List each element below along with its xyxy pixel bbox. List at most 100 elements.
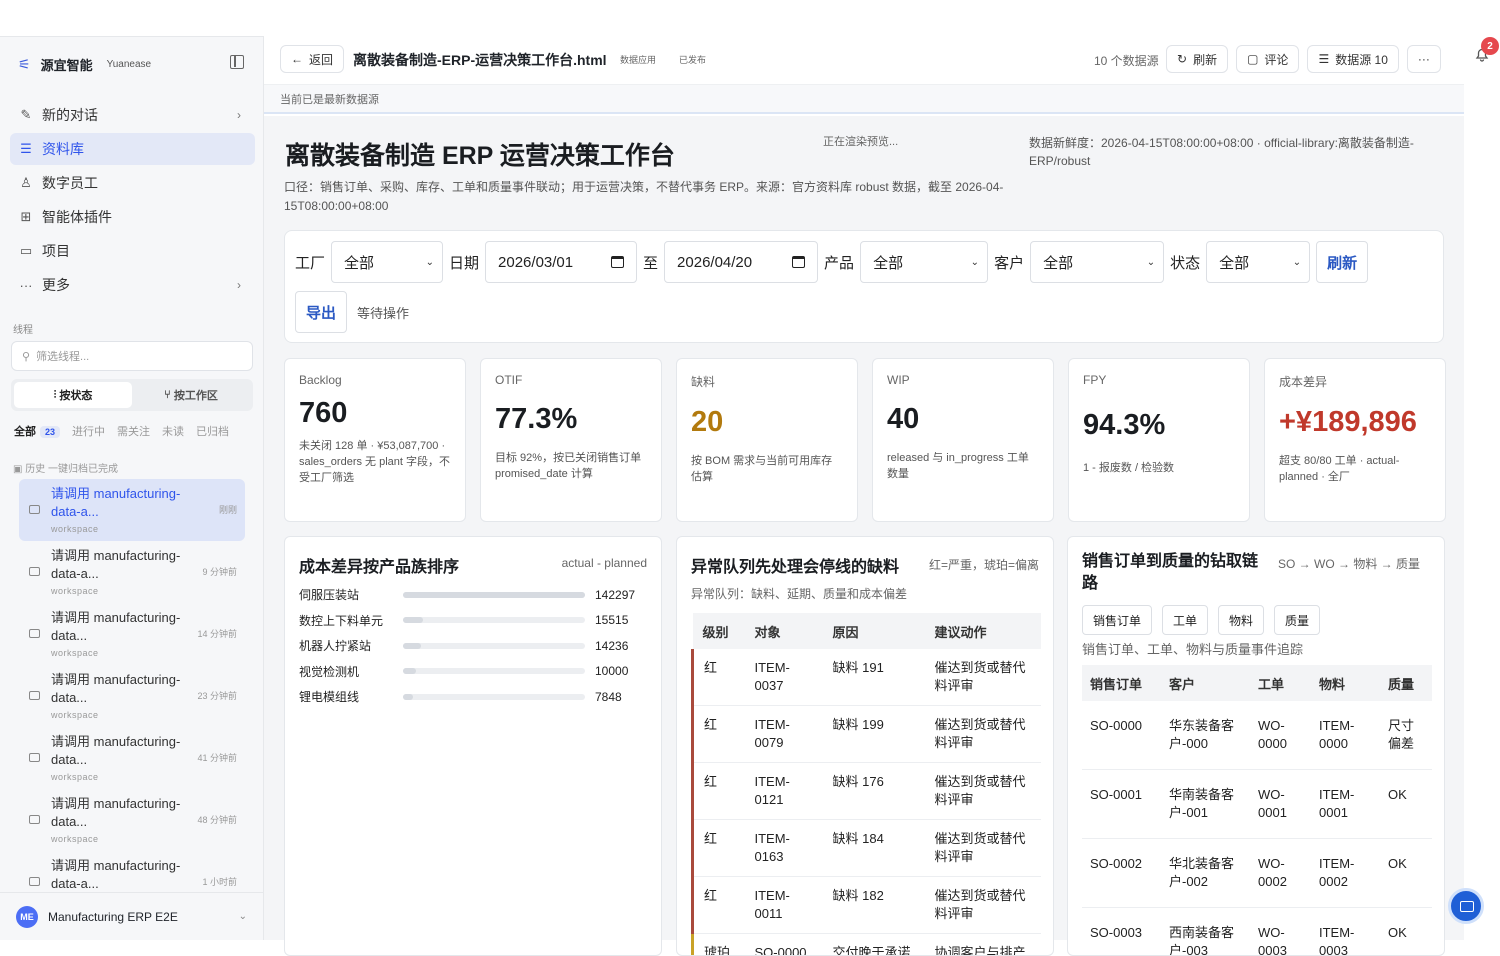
chevron-right-icon: › <box>237 278 241 292</box>
table-row[interactable]: SO-0000 华东装备客户-000 WO-0000 ITEM-0000 尺寸偏… <box>1082 701 1432 770</box>
status-select[interactable]: 全部⌄ <box>1206 241 1310 283</box>
tab-running[interactable]: 进行中 <box>72 423 105 439</box>
window-top-strip <box>0 0 1500 36</box>
thread-item[interactable]: 请调用 manufacturing-data-a...9 分钟前workspac… <box>19 541 245 603</box>
date-from-input[interactable]: 2026/03/01 <box>485 241 637 283</box>
sidebar-item-library[interactable]: ☰ 资料库 <box>10 133 255 165</box>
table-row[interactable]: 红 ITEM-0163 缺料 184 催达到货或替代料评审 <box>693 820 1042 877</box>
table-row[interactable]: 红 ITEM-0079 缺料 199 催达到货或替代料评审 <box>693 706 1042 763</box>
edit-icon: ✎ <box>18 107 34 123</box>
kpi-value: 40 <box>887 403 1039 436</box>
severity-cell: 红 <box>693 763 745 820</box>
back-button[interactable]: ←返回 <box>280 45 344 73</box>
kpi-card-otif: OTIF77.3%目标 92%，按已关闭销售订单 promised_date 计… <box>480 358 662 522</box>
user-switcher[interactable]: ME Manufacturing ERP E2E ⌄ <box>0 892 263 940</box>
bar-fill <box>403 643 421 649</box>
thread-item[interactable]: 请调用 manufacturing-data...23 分钟前workspace <box>19 665 245 727</box>
folder-icon: ▭ <box>18 243 34 259</box>
collapse-sidebar-icon[interactable] <box>230 55 244 69</box>
thread-workspace: workspace <box>51 586 237 596</box>
sidebar-item-label: 资料库 <box>42 139 84 159</box>
refresh-button[interactable]: ↻刷新 <box>1166 45 1228 73</box>
archive-icon: ▣ <box>13 464 25 475</box>
severity-cell: 红 <box>693 649 745 706</box>
tab-all[interactable]: 全部23 <box>14 423 60 439</box>
history-header[interactable]: ▣ 历史 一键归档已完成 <box>13 460 118 475</box>
tab-all-count: 23 <box>40 426 60 438</box>
export-button[interactable]: 导出 <box>295 291 347 333</box>
thread-item[interactable]: 请调用 manufacturing-data-a...刚刚workspace <box>19 479 245 541</box>
chip-quality[interactable]: 质量 <box>1274 605 1320 635</box>
thread-title: 请调用 manufacturing-data-a... <box>51 547 201 583</box>
reason-cell: 缺料 191 <box>823 649 925 706</box>
brand[interactable]: ⚟ 源宜智能 Yuanease <box>18 55 151 74</box>
customer-cell: 华东装备客户-000 <box>1161 701 1250 770</box>
bar-track <box>403 592 585 598</box>
more-options-button[interactable]: ··· <box>1407 45 1441 73</box>
item-cell: ITEM-0002 <box>1311 839 1380 908</box>
panel-title: 成本差异按产品族排序 <box>299 553 459 577</box>
table-row[interactable]: 红 ITEM-0037 缺料 191 催达到货或替代料评审 <box>693 649 1042 706</box>
object-cell: ITEM-0037 <box>745 649 823 706</box>
kpi-label: WIP <box>887 373 1039 387</box>
bar-value: 142297 <box>595 588 635 602</box>
sidebar-item-more[interactable]: ···更多› <box>10 269 255 301</box>
sidebar-item-digital-staff[interactable]: ♙数字员工 <box>10 167 255 199</box>
chip-sales-order[interactable]: 销售订单 <box>1082 605 1152 635</box>
chip-material[interactable]: 物料 <box>1218 605 1264 635</box>
branch-icon: ⑂ <box>164 389 174 401</box>
quality-cell: 尺寸偏差 <box>1380 701 1432 770</box>
factory-select[interactable]: 全部⌄ <box>331 241 443 283</box>
kpi-card-fpy: FPY94.3%1 - 报废数 / 检验数 <box>1068 358 1250 522</box>
quality-cell: OK <box>1380 770 1432 839</box>
thread-item[interactable]: 请调用 manufacturing-data...14 分钟前workspace <box>19 603 245 665</box>
sidebar-item-projects[interactable]: ▭项目 <box>10 235 255 267</box>
chip-work-order[interactable]: 工单 <box>1162 605 1208 635</box>
database-icon: ☰ <box>18 141 34 157</box>
avatar: ME <box>16 906 38 928</box>
table-row[interactable]: SO-0001 华南装备客户-001 WO-0001 ITEM-0001 OK <box>1082 770 1432 839</box>
kpi-label: OTIF <box>495 373 647 387</box>
thread-filter-input[interactable]: ⚲筛选线程... <box>11 341 253 371</box>
sidebar-item-new-chat[interactable]: ✎新的对话› <box>10 99 255 131</box>
trace-chain: SO → WO → 物料 → 质量 <box>1278 555 1428 574</box>
tab-archived[interactable]: 已归档 <box>196 423 229 439</box>
chevron-down-icon: ⌄ <box>1147 257 1155 268</box>
freshness-note: 数据新鲜度：2026-04-15T08:00:00+08:00 · offici… <box>1029 134 1449 170</box>
comment-icon: ▢ <box>1247 52 1258 66</box>
comment-button[interactable]: ▢评论 <box>1236 45 1299 73</box>
thread-filter-placeholder: 筛选线程... <box>36 348 89 364</box>
history-label: 历史 一键归档已完成 <box>25 464 118 475</box>
product-family-name: 机器人拧紧站 <box>299 637 403 654</box>
sidebar-item-plugins[interactable]: ⊞智能体插件 <box>10 201 255 233</box>
date-to-input[interactable]: 2026/04/20 <box>664 241 818 283</box>
datasource-button[interactable]: ☰数据源 10 <box>1307 45 1398 73</box>
chat-icon <box>29 753 40 762</box>
main-area: ←返回 离散装备制造-ERP-运营决策工作台.html 数据应用 已发布 10 … <box>264 36 1464 940</box>
chat-icon <box>29 505 40 514</box>
table-row[interactable]: 红 ITEM-0011 缺料 182 催达到货或替代料评审 <box>693 877 1042 934</box>
filter-bar: 工厂 全部⌄ 日期 2026/03/01 至 2026/04/20 产品 全部⌄… <box>284 230 1444 343</box>
table-row[interactable]: SO-0003 西南装备客户-003 WO-0003 ITEM-0003 OK <box>1082 908 1432 956</box>
customer-select[interactable]: 全部⌄ <box>1030 241 1164 283</box>
bar-fill <box>403 592 585 598</box>
table-row[interactable]: 红 ITEM-0121 缺料 176 催达到货或替代料评审 <box>693 763 1042 820</box>
product-select[interactable]: 全部⌄ <box>860 241 988 283</box>
reason-cell: 缺料 184 <box>823 820 925 877</box>
group-by-status-button[interactable]: ⫶ 按状态 <box>14 382 132 408</box>
apply-refresh-button[interactable]: 刷新 <box>1316 241 1368 283</box>
product-family-name: 视觉检测机 <box>299 663 403 680</box>
thread-item[interactable]: 请调用 manufacturing-data...41 分钟前workspace <box>19 727 245 789</box>
group-by-workspace-button[interactable]: ⑂ 按工作区 <box>132 382 250 408</box>
thread-item[interactable]: 请调用 manufacturing-data...48 分钟前workspace <box>19 789 245 851</box>
published-tag: 已发布 <box>679 53 706 66</box>
plugin-icon: ⊞ <box>18 209 34 225</box>
chat-support-button[interactable] <box>1448 888 1484 924</box>
table-row[interactable]: 琥珀 SO-0000 交付晚于承诺 协调客户与排产 <box>693 934 1042 956</box>
table-row[interactable]: SO-0002 华北装备客户-002 WO-0002 ITEM-0002 OK <box>1082 839 1432 908</box>
tab-followed[interactable]: 需关注 <box>117 423 150 439</box>
tab-unread[interactable]: 未读 <box>162 423 184 439</box>
severity-legend: 红=严重，琥珀=偏离 <box>929 556 1039 573</box>
product-family-name: 锂电模组线 <box>299 688 403 705</box>
trace-tabs: 销售订单 工单 物料 质量 <box>1082 605 1320 635</box>
